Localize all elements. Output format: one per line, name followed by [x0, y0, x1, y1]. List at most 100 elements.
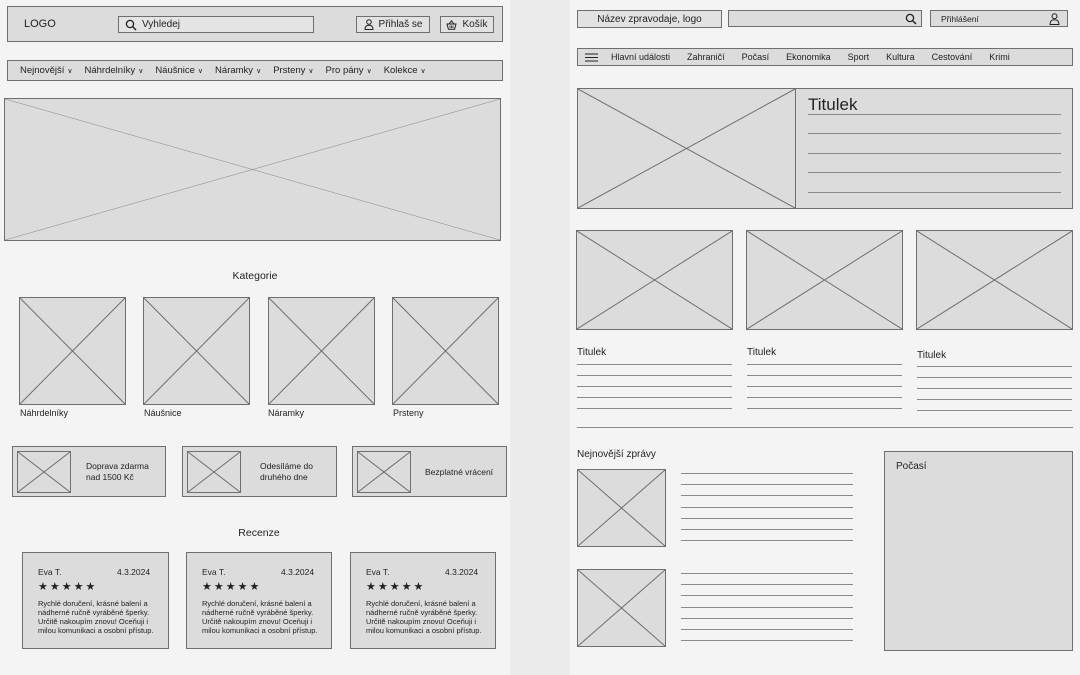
menu-item-label: Náušnice	[155, 65, 195, 76]
basket-icon	[446, 19, 458, 30]
text-line	[681, 484, 853, 485]
news-nav-item[interactable]: Ekonomika	[786, 52, 831, 62]
chevron-down-icon: ∨	[197, 68, 204, 75]
text-line	[808, 192, 1061, 193]
text-line	[681, 640, 853, 641]
text-line	[577, 408, 732, 409]
latest-news-image[interactable]	[577, 569, 666, 647]
categories-title: Kategorie	[232, 270, 278, 282]
menu-item-label: Nejnovější	[20, 65, 65, 76]
eshop-wireframe: LOGO Vyhledej Přihlaš se Košík Nejnovějš…	[0, 0, 510, 675]
menu-item[interactable]: Náhrdelníky ∨	[84, 65, 143, 76]
news-nav-item[interactable]: Cestování	[932, 52, 973, 62]
text-line	[577, 375, 732, 376]
menu-item[interactable]: Pro pány ∨	[326, 65, 372, 76]
article-title[interactable]: Titulek	[917, 350, 946, 361]
review-text: Rychlé doručení, krásné balení a nádhern…	[202, 599, 318, 635]
text-line	[681, 607, 853, 608]
menu-item-label: Kolekce	[383, 65, 418, 76]
text-line	[681, 518, 853, 519]
text-line	[747, 375, 902, 376]
search-bar[interactable]: Vyhledej	[118, 16, 314, 33]
text-line	[808, 172, 1061, 173]
news-nav-item[interactable]: Krimi	[989, 52, 1010, 62]
news-logo-label: Název zpravodaje, logo	[597, 13, 702, 25]
menu-item[interactable]: Náušnice ∨	[155, 65, 203, 76]
login-label: Přihlaš se	[378, 19, 423, 30]
benefit-text: Doprava zdarma nad 1500 Kč	[86, 461, 149, 482]
user-icon	[364, 19, 374, 30]
cart-button[interactable]: Košík	[440, 16, 494, 33]
category-label[interactable]: Náhrdelníky	[20, 408, 68, 418]
menu-item-label: Náhrdelníky	[84, 65, 136, 76]
news-login-label: Přihlášení	[941, 14, 979, 24]
text-line	[681, 473, 853, 474]
category-image-necklaces[interactable]	[19, 297, 126, 405]
menu-item[interactable]: Náramky ∨	[215, 65, 261, 76]
text-line	[747, 397, 902, 398]
benefit-image-placeholder	[357, 451, 411, 493]
benefit-text: Bezplatné vrácení	[425, 467, 494, 477]
category-image-bracelets[interactable]	[268, 297, 375, 405]
weather-title: Počasí	[896, 461, 927, 472]
menu-item[interactable]: Kolekce ∨	[384, 65, 426, 76]
text-line	[808, 133, 1061, 134]
article-image[interactable]	[916, 230, 1073, 330]
article-image[interactable]	[576, 230, 733, 330]
text-line	[747, 408, 902, 409]
text-line	[681, 595, 853, 596]
category-image-rings[interactable]	[392, 297, 499, 405]
news-login-button[interactable]: Přihlášení	[930, 10, 1068, 27]
category-label[interactable]: Náušnice	[144, 408, 182, 418]
text-line	[808, 153, 1061, 154]
chevron-down-icon: ∨	[138, 68, 144, 75]
text-line	[681, 529, 853, 530]
latest-news-title: Nejnovější zprávy	[577, 449, 656, 460]
news-wireframe: Název zpravodaje, logo Přihlášení Hlavní…	[570, 0, 1080, 675]
text-line	[681, 629, 853, 630]
news-search-input[interactable]	[728, 10, 922, 27]
text-line	[917, 377, 1072, 378]
review-stars: ★★★★★	[366, 581, 426, 593]
text-line	[681, 495, 853, 496]
weather-widget[interactable]: Počasí	[884, 451, 1073, 651]
review-stars: ★★★★★	[202, 581, 262, 593]
news-nav-item[interactable]: Kultura	[886, 52, 915, 62]
news-nav-item[interactable]: Sport	[848, 52, 870, 62]
news-nav: Hlavní události Zahraničí Počasí Ekonomika S…	[577, 48, 1073, 66]
text-line	[681, 507, 853, 508]
chevron-down-icon: ∨	[308, 68, 314, 75]
hero-article-title[interactable]: Titulek	[808, 95, 857, 115]
logo[interactable]: LOGO	[24, 18, 56, 30]
hamburger-menu-icon[interactable]	[585, 53, 598, 62]
category-menu: Nejnovější ∨ Náhrdelníky ∨ Náušnice ∨ Náramky ∨…	[7, 60, 503, 81]
text-line	[681, 540, 853, 541]
news-logo[interactable]: Název zpravodaje, logo	[577, 10, 722, 28]
news-nav-items: Hlavní události Zahraničí Počasí Ekonomika S…	[611, 49, 1027, 65]
category-label[interactable]: Prsteny	[393, 408, 424, 418]
article-title[interactable]: Titulek	[747, 347, 776, 358]
hero-article-image[interactable]	[577, 88, 796, 209]
text-line	[917, 399, 1072, 400]
latest-news-image[interactable]	[577, 469, 666, 547]
text-line	[808, 114, 1061, 115]
text-line	[747, 364, 902, 365]
search-icon[interactable]	[905, 13, 917, 25]
news-nav-item[interactable]: Hlavní události	[611, 52, 670, 62]
review-text: Rychlé doručení, krásné balení a nádhern…	[38, 599, 154, 635]
menu-item[interactable]: Prsteny ∨	[273, 65, 313, 76]
review-author: Eva T.	[38, 567, 62, 577]
category-label[interactable]: Náramky	[268, 408, 304, 418]
news-nav-item[interactable]: Zahraničí	[687, 52, 725, 62]
article-title[interactable]: Titulek	[577, 347, 606, 358]
login-button[interactable]: Přihlaš se	[356, 16, 430, 33]
category-image-earrings[interactable]	[143, 297, 250, 405]
menu-item[interactable]: Nejnovější ∨	[20, 65, 72, 76]
search-input[interactable]: Vyhledej	[142, 19, 180, 30]
chevron-down-icon: ∨	[420, 68, 426, 75]
benefit-image-placeholder	[17, 451, 71, 493]
article-image[interactable]	[746, 230, 903, 330]
menu-item-label: Pro pány	[325, 65, 364, 76]
search-icon	[125, 19, 137, 31]
news-nav-item[interactable]: Počasí	[742, 52, 770, 62]
